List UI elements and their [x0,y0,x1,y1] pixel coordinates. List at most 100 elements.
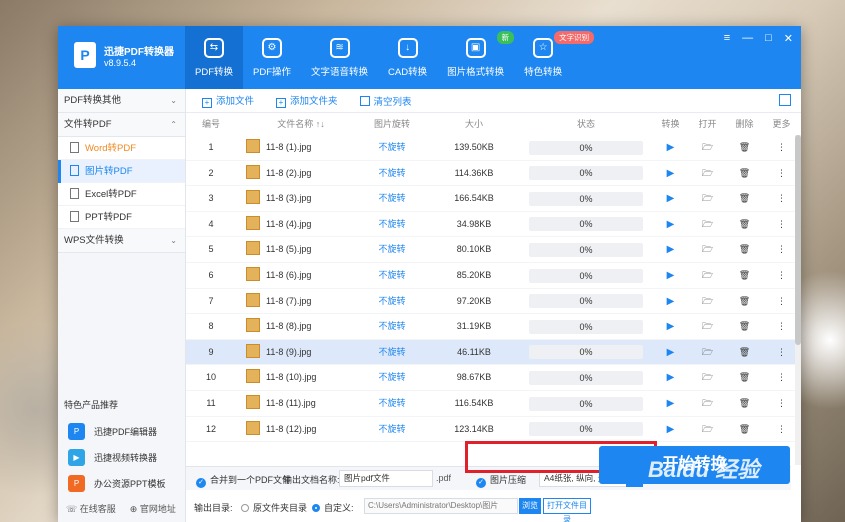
trash-icon[interactable]: 🗑 [726,391,763,416]
online-service-link[interactable]: ☏ 在线客服 [66,502,116,515]
folder-open-icon[interactable]: 🗁 [689,237,726,262]
header-filename[interactable]: 文件名称 ↑↓ [236,113,356,135]
row-number: 8 [208,321,214,332]
folder-open-icon[interactable]: 🗁 [689,186,726,211]
table-row[interactable]: 4 11-8 (4).jpg 不旋转 34.98KB 0% ▶ 🗁 🗑 ⋮ [186,212,801,238]
nav-item-audio-wave[interactable]: ≋ 文字语音转换 [301,26,378,89]
trash-icon[interactable]: 🗑 [726,161,763,186]
website-link[interactable]: ⊕ 官网地址 [130,502,176,515]
radio-original-folder[interactable]: 原文件夹目录 [241,501,307,514]
radio-custom-folder[interactable]: 自定义: [312,501,354,514]
row-rotation[interactable]: 不旋转 [356,314,428,339]
table-row[interactable]: 7 11-8 (7).jpg 不旋转 97.20KB 0% ▶ 🗁 🗑 ⋮ [186,289,801,315]
browse-button[interactable]: 浏览 [519,498,541,514]
table-row[interactable]: 2 11-8 (2).jpg 不旋转 114.36KB 0% ▶ 🗁 🗑 ⋮ [186,161,801,187]
table-scrollbar[interactable] [795,135,801,465]
folder-open-icon[interactable]: 🗁 [689,263,726,288]
trash-icon[interactable]: 🗑 [726,365,763,390]
table-row[interactable]: 5 11-8 (5).jpg 不旋转 80.10KB 0% ▶ 🗁 🗑 ⋮ [186,237,801,263]
sidebar-item-excel-to-pdf[interactable]: Excel转PDF [58,183,185,206]
folder-open-icon[interactable]: 🗁 [689,289,726,314]
folder-open-icon[interactable]: 🗁 [689,391,726,416]
row-rotation[interactable]: 不旋转 [356,417,428,442]
grid-view-icon[interactable] [779,94,791,106]
row-rotation[interactable]: 不旋转 [356,289,428,314]
sidebar-group-pdf-to-other[interactable]: PDF转换其他 ⌄ [58,89,185,113]
table-row[interactable]: 1 11-8 (1).jpg 不旋转 139.50KB 0% ▶ 🗁 🗑 ⋮ [186,135,801,161]
table-row[interactable]: 9 11-8 (9).jpg 不旋转 46.11KB 0% ▶ 🗁 🗑 ⋮ [186,339,801,366]
table-row[interactable]: 11 11-8 (11).jpg 不旋转 116.54KB 0% ▶ 🗁 🗑 ⋮ [186,391,801,417]
play-icon[interactable]: ▶ [652,135,689,160]
folder-open-icon[interactable]: 🗁 [689,417,726,442]
folder-open-icon[interactable]: 🗁 [689,161,726,186]
row-rotation[interactable]: 不旋转 [356,237,428,262]
play-icon[interactable]: ▶ [652,237,689,262]
featured-video-converter[interactable]: ▶ 迅捷视频转换器 [58,445,186,471]
maximize-icon[interactable]: □ [765,32,772,45]
folder-open-icon[interactable]: 🗁 [689,212,726,237]
trash-icon[interactable]: 🗑 [726,212,763,237]
trash-icon[interactable]: 🗑 [726,237,763,262]
sidebar-item-word-to-pdf[interactable]: Word转PDF [58,137,185,160]
play-icon[interactable]: ▶ [652,365,689,390]
table-row[interactable]: 12 11-8 (12).jpg 不旋转 123.14KB 0% ▶ 🗁 🗑 ⋮ [186,417,801,443]
merge-checkbox[interactable]: ✓ 合并到一个PDF文件 [196,473,291,488]
trash-icon[interactable]: 🗑 [726,263,763,288]
trash-icon[interactable]: 🗑 [726,186,763,211]
folder-open-icon[interactable]: 🗁 [689,314,726,339]
row-rotation[interactable]: 不旋转 [356,391,428,416]
row-rotation[interactable]: 不旋转 [356,135,428,160]
table-row[interactable]: 8 11-8 (8).jpg 不旋转 31.19KB 0% ▶ 🗁 🗑 ⋮ [186,314,801,340]
filename-input[interactable]: 图片pdf文件 [339,470,433,487]
sidebar-item-image-to-pdf[interactable]: 图片转PDF [58,160,185,183]
play-icon[interactable]: ▶ [652,289,689,314]
row-rotation[interactable]: 不旋转 [356,365,428,390]
sidebar-item-ppt-to-pdf[interactable]: PPT转PDF [58,206,185,229]
play-icon[interactable]: ▶ [652,212,689,237]
row-rotation[interactable]: 不旋转 [356,340,428,365]
trash-icon[interactable]: 🗑 [726,340,763,365]
play-icon[interactable]: ▶ [652,417,689,442]
trash-icon[interactable]: 🗑 [726,314,763,339]
folder-open-icon[interactable]: 🗁 [689,365,726,390]
output-path-input[interactable]: C:\Users\Administrator\Desktop\图片 [364,498,518,514]
sidebar-group-wps[interactable]: WPS文件转换 ⌄ [58,229,185,253]
play-icon[interactable]: ▶ [652,161,689,186]
nav-item-gear[interactable]: ⚙ PDF操作 [243,26,301,89]
row-rotation[interactable]: 不旋转 [356,161,428,186]
nav-item-star[interactable]: ☆ 特色转换 文字识别 [514,26,595,89]
row-rotation[interactable]: 不旋转 [356,263,428,288]
image-compress-checkbox[interactable]: ✓ 图片压缩 [476,473,526,488]
baidu-watermark: Baidu 经验 [648,457,760,482]
play-icon[interactable]: ▶ [652,391,689,416]
featured-pdf-editor[interactable]: P 迅捷PDF编辑器 [58,419,186,445]
nav-item-cad[interactable]: ↓ CAD转换 [378,26,437,89]
row-rotation[interactable]: 不旋转 [356,212,428,237]
menu-icon[interactable]: ≡ [724,32,730,45]
open-folder-button[interactable]: 打开文件目录 [543,498,591,522]
play-icon[interactable]: ▶ [652,186,689,211]
nav-item-image[interactable]: ▣ 图片格式转换 新 [437,26,515,89]
add-folder-button[interactable]: + 添加文件夹 [276,93,338,108]
folder-open-icon[interactable]: 🗁 [689,340,726,365]
folder-open-icon[interactable]: 🗁 [689,135,726,160]
scrollbar-thumb[interactable] [795,135,801,345]
add-file-button[interactable]: + 添加文件 [202,93,254,108]
table-row[interactable]: 6 11-8 (6).jpg 不旋转 85.20KB 0% ▶ 🗁 🗑 ⋮ [186,263,801,289]
clear-list-button[interactable]: 清空列表 [359,94,412,108]
trash-icon[interactable]: 🗑 [726,135,763,160]
table-row[interactable]: 10 11-8 (10).jpg 不旋转 98.67KB 0% ▶ 🗁 🗑 ⋮ [186,365,801,391]
play-icon[interactable]: ▶ [652,263,689,288]
sidebar-group-file-to-pdf[interactable]: 文件转PDF ⌃ [58,113,185,137]
trash-icon[interactable]: 🗑 [726,417,763,442]
row-rotation[interactable]: 不旋转 [356,186,428,211]
close-icon[interactable]: ✕ [784,32,793,45]
row-filename-text: 11-8 (11).jpg [266,397,316,408]
nav-item-convert[interactable]: ⇆ PDF转换 [185,26,244,89]
table-row[interactable]: 3 11-8 (3).jpg 不旋转 166.54KB 0% ▶ 🗁 🗑 ⋮ [186,186,801,212]
minimize-icon[interactable]: — [742,32,753,45]
featured-ppt-templates[interactable]: P 办公资源PPT模板 [58,471,186,497]
trash-icon[interactable]: 🗑 [726,289,763,314]
play-icon[interactable]: ▶ [652,340,689,365]
play-icon[interactable]: ▶ [652,314,689,339]
